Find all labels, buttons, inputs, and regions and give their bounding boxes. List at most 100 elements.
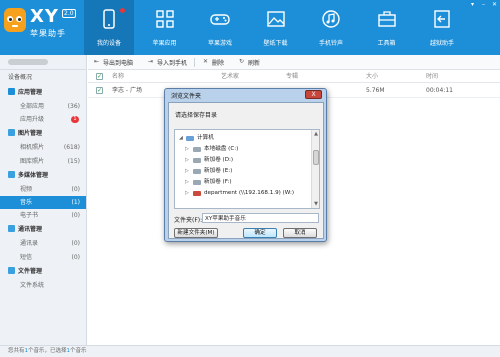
sidebar-item-contacts[interactable]: 通讯录 (0) [0, 237, 86, 250]
track-size: 5.76M [366, 87, 385, 94]
phone-icon [103, 9, 115, 29]
network-drive-icon [193, 191, 201, 196]
toolbar: ⇤ 导出到电脑 ⇥ 导入到手机 ✕ 删除 ↻ 刷新 [88, 55, 500, 70]
collapsed-arrow-icon[interactable]: ▷ [185, 144, 189, 155]
sidebar-section-media[interactable]: 多媒体管理 [0, 168, 86, 183]
tree-item-drive-c[interactable]: ▷ 本地磁盘 (C:) [175, 144, 319, 155]
sidebar-item-app-updates[interactable]: 应用升级 1 [0, 113, 86, 126]
table-header: ✓ 名称 艺术家 专辑 大小 时间 [88, 70, 500, 83]
sidebar-item-sms[interactable]: 短信 (0) [0, 251, 86, 264]
tree-item-drive-f[interactable]: ▷ 新加卷 (F:) [175, 177, 319, 188]
music-note-icon [322, 10, 340, 28]
toolbox-icon [377, 11, 396, 27]
export-icon: ⇤ [94, 58, 100, 65]
scroll-up-icon[interactable]: ▲ [312, 130, 319, 138]
nav-apple-apps[interactable]: 苹果应用 [140, 0, 190, 55]
ok-button[interactable]: 确定 [243, 228, 277, 238]
top-nav-bar: XY 2.0 苹果助手 我的设备 苹果应用 苹果游戏 壁纸下载 手机铃声 工具箱 [0, 0, 500, 55]
sidebar-item-videos[interactable]: 视频 (0) [0, 183, 86, 196]
logo-subtitle: 苹果助手 [30, 29, 66, 38]
photos-icon [8, 129, 15, 137]
sidebar-section-communication[interactable]: 通讯管理 [0, 222, 86, 237]
tree-item-network-drive[interactable]: ▷ department (\\192.168.1.9) (W:) [175, 188, 319, 199]
export-to-pc-button[interactable]: ⇤ 导出到电脑 [94, 58, 133, 67]
import-to-phone-button[interactable]: ⇥ 导入到手机 [148, 58, 187, 67]
column-header-time[interactable]: 时间 [426, 70, 438, 83]
sidebar: 设备概况 应用管理 全部应用 (36) 应用升级 1 图片管理 相机照片 (618) … [0, 55, 87, 345]
scroll-down-icon[interactable]: ▼ [312, 200, 319, 208]
media-icon [8, 170, 15, 178]
new-folder-button[interactable]: 新建文件夹(M) [174, 228, 218, 238]
refresh-icon: ↻ [239, 58, 245, 65]
sidebar-item-camera-photos[interactable]: 相机照片 (618) [0, 141, 86, 154]
sidebar-item-overview[interactable]: 设备概况 [0, 70, 86, 85]
minimize-icon[interactable]: – [478, 0, 489, 9]
drive-icon [193, 180, 201, 185]
device-name-blurred[interactable] [0, 55, 86, 70]
sidebar-section-photos[interactable]: 图片管理 [0, 126, 86, 141]
apps-icon [8, 88, 15, 95]
sidebar-item-file-system[interactable]: 文件系统 [0, 279, 86, 292]
browse-folder-dialog: 浏览文件夹 X 请选择保存目录 ◢ 计算机 ▷ 本地磁盘 (C:) ▷ 新加卷 … [164, 88, 327, 242]
nav-apple-games[interactable]: 苹果游戏 [195, 0, 245, 55]
sidebar-section-files[interactable]: 文件管理 [0, 264, 86, 279]
close-icon[interactable]: ✕ [489, 0, 500, 9]
nav-wallpaper-download[interactable]: 壁纸下载 [251, 0, 301, 55]
dialog-title: 浏览文件夹 [171, 93, 202, 100]
nav-toolbox[interactable]: 工具箱 [362, 0, 412, 55]
column-header-size[interactable]: 大小 [366, 70, 378, 83]
drive-icon [193, 169, 201, 174]
column-header-album[interactable]: 专辑 [286, 70, 298, 83]
row-checkbox[interactable]: ✓ [96, 87, 103, 94]
sidebar-section-apps[interactable]: 应用管理 [0, 85, 86, 100]
folder-field-label: 文件夹(F): [174, 217, 203, 224]
sidebar-item-ebooks[interactable]: 电子书 (0) [0, 209, 86, 222]
computer-icon [186, 136, 194, 141]
sidebar-item-music[interactable]: 音乐 (1) [0, 195, 86, 210]
logo-mascot-icon [4, 8, 26, 32]
nav-my-device[interactable]: 我的设备 [84, 0, 134, 55]
dialog-prompt: 请选择保存目录 [175, 112, 218, 119]
nav-ringtones[interactable]: 手机铃声 [306, 0, 356, 55]
tree-item-computer[interactable]: ◢ 计算机 [175, 133, 319, 144]
nav-label: 苹果应用 [152, 40, 177, 47]
expanded-arrow-icon[interactable]: ◢ [179, 133, 183, 144]
collapsed-arrow-icon[interactable]: ▷ [185, 155, 189, 166]
drive-icon [193, 158, 201, 163]
apps-grid-icon [155, 10, 174, 28]
scroll-thumb[interactable] [313, 150, 319, 165]
skin-icon[interactable]: ▾ [467, 0, 478, 9]
collapsed-arrow-icon[interactable]: ▷ [185, 188, 189, 199]
collapsed-arrow-icon[interactable]: ▷ [185, 166, 189, 177]
nav-jailbreak-helper[interactable]: 越狱助手 [417, 0, 467, 55]
nav-label: 壁纸下载 [263, 40, 288, 47]
status-bar: 您共有1个音乐，已选择1个音乐 [0, 345, 500, 357]
delete-button[interactable]: ✕ 删除 [203, 58, 224, 67]
sidebar-item-gallery-photos[interactable]: 图库照片 (15) [0, 155, 86, 168]
select-all-checkbox[interactable]: ✓ [96, 73, 103, 80]
cancel-button[interactable]: 取消 [283, 228, 317, 238]
refresh-button[interactable]: ↻ 刷新 [239, 58, 260, 67]
gamepad-icon [210, 14, 230, 25]
dialog-close-button[interactable]: X [305, 90, 322, 99]
column-header-artist[interactable]: 艺术家 [221, 70, 239, 83]
column-header-name[interactable]: 名称 [112, 70, 124, 83]
folder-name-input[interactable] [202, 213, 319, 223]
tree-item-drive-d[interactable]: ▷ 新加卷 (D:) [175, 155, 319, 166]
folder-tree[interactable]: ◢ 计算机 ▷ 本地磁盘 (C:) ▷ 新加卷 (D:) ▷ 新加卷 (E:) … [174, 129, 320, 209]
notification-dot [120, 8, 125, 13]
nav-label: 越狱助手 [429, 40, 454, 47]
tree-item-drive-e[interactable]: ▷ 新加卷 (E:) [175, 166, 319, 177]
folder-icon [8, 266, 15, 274]
update-count-badge: 1 [71, 116, 79, 124]
toolbar-divider [194, 57, 196, 67]
collapsed-arrow-icon[interactable]: ▷ [185, 177, 189, 188]
image-icon [266, 11, 285, 27]
delete-icon: ✕ [203, 58, 209, 65]
track-duration: 00:04:11 [426, 87, 453, 94]
tree-scrollbar[interactable]: ▲ ▼ [311, 130, 319, 208]
app-logo: XY 2.0 苹果助手 [4, 7, 76, 47]
sidebar-item-all-apps[interactable]: 全部应用 (36) [0, 100, 86, 113]
main-nav: 我的设备 苹果应用 苹果游戏 壁纸下载 手机铃声 工具箱 越狱助手 [84, 0, 473, 55]
window-controls: ▾ – ✕ [467, 0, 500, 9]
